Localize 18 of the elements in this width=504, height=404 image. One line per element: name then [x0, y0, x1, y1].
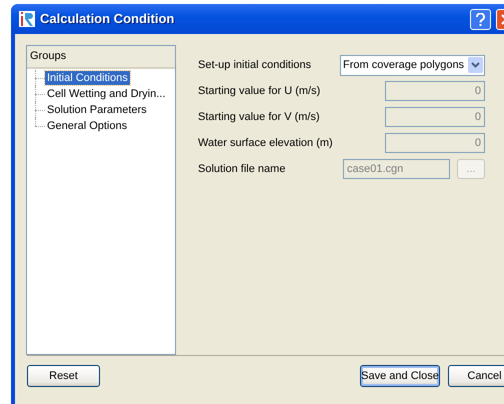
tree-item[interactable]: Solution Parameters [45, 103, 149, 117]
field-label: Solution file name [198, 162, 286, 177]
help-button[interactable] [470, 8, 491, 30]
field-label: Starting value for V (m/s) [198, 110, 320, 125]
question-mark-icon [476, 12, 485, 26]
cancel-button[interactable]: Cancel [448, 365, 504, 387]
field-label: Set-up initial conditions [198, 58, 312, 73]
tree-item[interactable]: Initial Conditions [45, 71, 130, 85]
tree-item[interactable]: General Options [45, 119, 130, 133]
column-header: Groups [27, 46, 175, 69]
app-icon [19, 11, 35, 27]
reset-button[interactable]: Reset [27, 365, 100, 387]
dropdown[interactable]: From coverage polygons [340, 54, 485, 76]
field-label: Water surface elevation (m) [198, 136, 333, 151]
window-title: Calculation Condition [40, 10, 174, 28]
save-and-close-button[interactable]: Save and Close [360, 365, 440, 387]
field-label: Starting value for U (m/s) [198, 84, 320, 99]
tree-item[interactable]: Cell Wetting and Dryin... [45, 87, 168, 101]
